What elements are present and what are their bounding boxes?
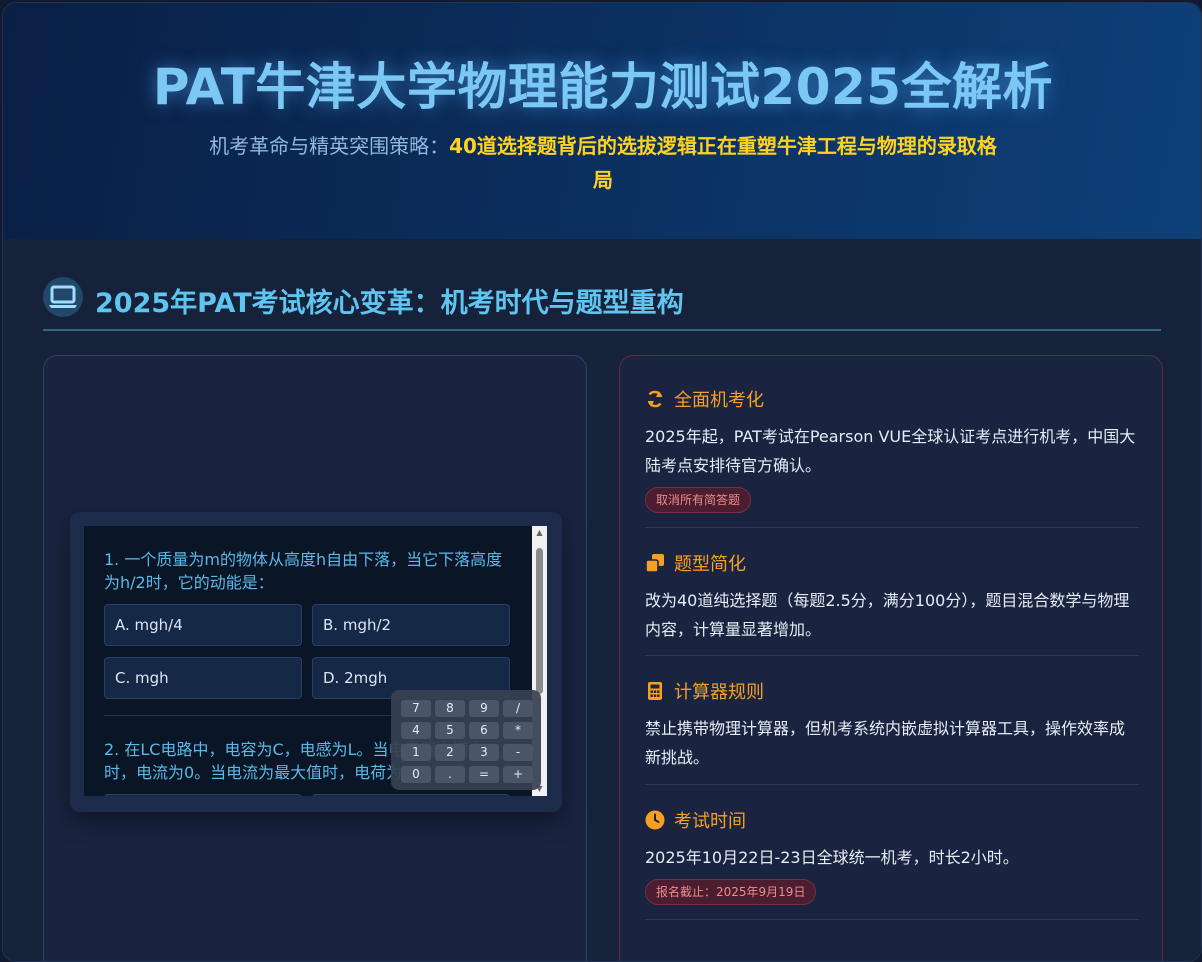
status-badge: 报名截止：2025年9月19日 bbox=[645, 879, 817, 905]
feature-title: 题型简化 bbox=[674, 554, 746, 575]
feature-divider bbox=[645, 655, 1139, 656]
page: PAT牛津大学物理能力测试2025全解析 机考革命与精英突围策略：40道选择题背… bbox=[2, 2, 1202, 962]
calculator-key[interactable]: * bbox=[503, 722, 533, 739]
calculator-key[interactable]: . bbox=[435, 766, 465, 783]
exam-preview-card: 1. 一个质量为m的物体从高度h自由下落，当它下落高度为h/2时，它的动能是： … bbox=[43, 355, 587, 961]
calculator-icon bbox=[648, 682, 662, 700]
feature-calculator-rules: 计算器规则 禁止携带物理计算器，但机考系统内嵌虚拟计算器工具，操作效率成新挑战。 bbox=[645, 678, 1139, 772]
option-q2-a[interactable] bbox=[104, 794, 302, 796]
feature-divider bbox=[645, 784, 1139, 785]
feature-title: 全面机考化 bbox=[674, 390, 764, 411]
feature-title: 计算器规则 bbox=[674, 682, 764, 703]
section-header: 2025年PAT考试核心变革：机考时代与题型重构 bbox=[43, 275, 1161, 331]
exam-device-frame: 1. 一个质量为m的物体从高度h自由下落，当它下落高度为h/2时，它的动能是： … bbox=[70, 512, 562, 812]
calculator-key[interactable]: 1 bbox=[401, 744, 431, 761]
feature-divider bbox=[645, 527, 1139, 528]
calculator-key[interactable]: = bbox=[469, 766, 499, 783]
sync-icon bbox=[647, 390, 663, 408]
calculator-key[interactable]: / bbox=[503, 700, 533, 717]
hero-subtitle: 机考革命与精英突围策略：40道选择题背后的选拔逻辑正在重塑牛津工程与物理的录取格… bbox=[203, 129, 1003, 197]
page-title: PAT牛津大学物理能力测试2025全解析 bbox=[152, 58, 1054, 116]
option-c[interactable]: C. mgh bbox=[104, 657, 302, 699]
calculator-key[interactable]: - bbox=[503, 744, 533, 761]
calculator-key[interactable]: + bbox=[503, 766, 533, 783]
features-card: 全面机考化 2025年起，PAT考试在Pearson VUE全球认证考点进行机考… bbox=[619, 355, 1163, 961]
scroll-up-arrow-icon[interactable]: ▲ bbox=[532, 526, 547, 540]
feature-computer-based: 全面机考化 2025年起，PAT考试在Pearson VUE全球认证考点进行机考… bbox=[645, 386, 1139, 513]
feature-desc: 2025年起，PAT考试在Pearson VUE全球认证考点进行机考，中国大陆考… bbox=[645, 427, 1136, 475]
feature-desc: 2025年10月22日-23日全球统一机考，时长2小时。 bbox=[645, 848, 1019, 867]
calculator-key[interactable]: 3 bbox=[469, 744, 499, 761]
feature-divider bbox=[645, 919, 1139, 920]
calculator-key[interactable]: 9 bbox=[469, 700, 499, 717]
scroll-thumb[interactable] bbox=[536, 548, 543, 694]
feature-title: 考试时间 bbox=[674, 811, 746, 832]
calculator-key[interactable]: 8 bbox=[435, 700, 465, 717]
copy-icon bbox=[645, 554, 664, 573]
hero-banner: PAT牛津大学物理能力测试2025全解析 机考革命与精英突围策略：40道选择题背… bbox=[3, 3, 1201, 239]
feature-exam-time: 考试时间 2025年10月22日-23日全球统一机考，时长2小时。 报名截止：2… bbox=[645, 807, 1139, 905]
subtitle-lead: 机考革命与精英突围策略： bbox=[209, 134, 450, 158]
question-1-text: 1. 一个质量为m的物体从高度h自由下落，当它下落高度为h/2时，它的动能是： bbox=[104, 550, 503, 592]
option-q2-b[interactable] bbox=[312, 794, 510, 796]
laptop-icon bbox=[43, 277, 83, 317]
feature-question-format: 题型简化 改为40道纯选择题（每题2.5分，满分100分），题目混合数学与物理内… bbox=[645, 550, 1139, 644]
calculator-key[interactable]: 5 bbox=[435, 722, 465, 739]
feature-desc: 禁止携带物理计算器，但机考系统内嵌虚拟计算器工具，操作效率成新挑战。 bbox=[645, 719, 1126, 767]
subtitle-highlight: 40道选择题背后的选拔逻辑正在重塑牛津工程与物理的录取格局 bbox=[449, 134, 997, 192]
section-title: 2025年PAT考试核心变革：机考时代与题型重构 bbox=[95, 288, 684, 319]
status-badge: 取消所有简答题 bbox=[645, 487, 752, 513]
calculator-key[interactable]: 6 bbox=[469, 722, 499, 739]
virtual-calculator: 7 8 9/ 4 5 6 * 1 2 3- 0. = + bbox=[391, 690, 541, 790]
option-a[interactable]: A. mgh/4 bbox=[104, 604, 302, 646]
clock-icon bbox=[645, 810, 665, 830]
calculator-key[interactable]: 7 bbox=[401, 700, 431, 717]
exam-screen[interactable]: 1. 一个质量为m的物体从高度h自由下落，当它下落高度为h/2时，它的动能是： … bbox=[84, 526, 547, 796]
calculator-key[interactable]: 0 bbox=[401, 766, 431, 783]
calculator-key[interactable]: 2 bbox=[435, 744, 465, 761]
feature-desc: 改为40道纯选择题（每题2.5分，满分100分），题目混合数学与物理内容，计算量… bbox=[645, 591, 1130, 639]
option-b[interactable]: B. mgh/2 bbox=[312, 604, 510, 646]
calculator-key[interactable]: 4 bbox=[401, 722, 431, 739]
